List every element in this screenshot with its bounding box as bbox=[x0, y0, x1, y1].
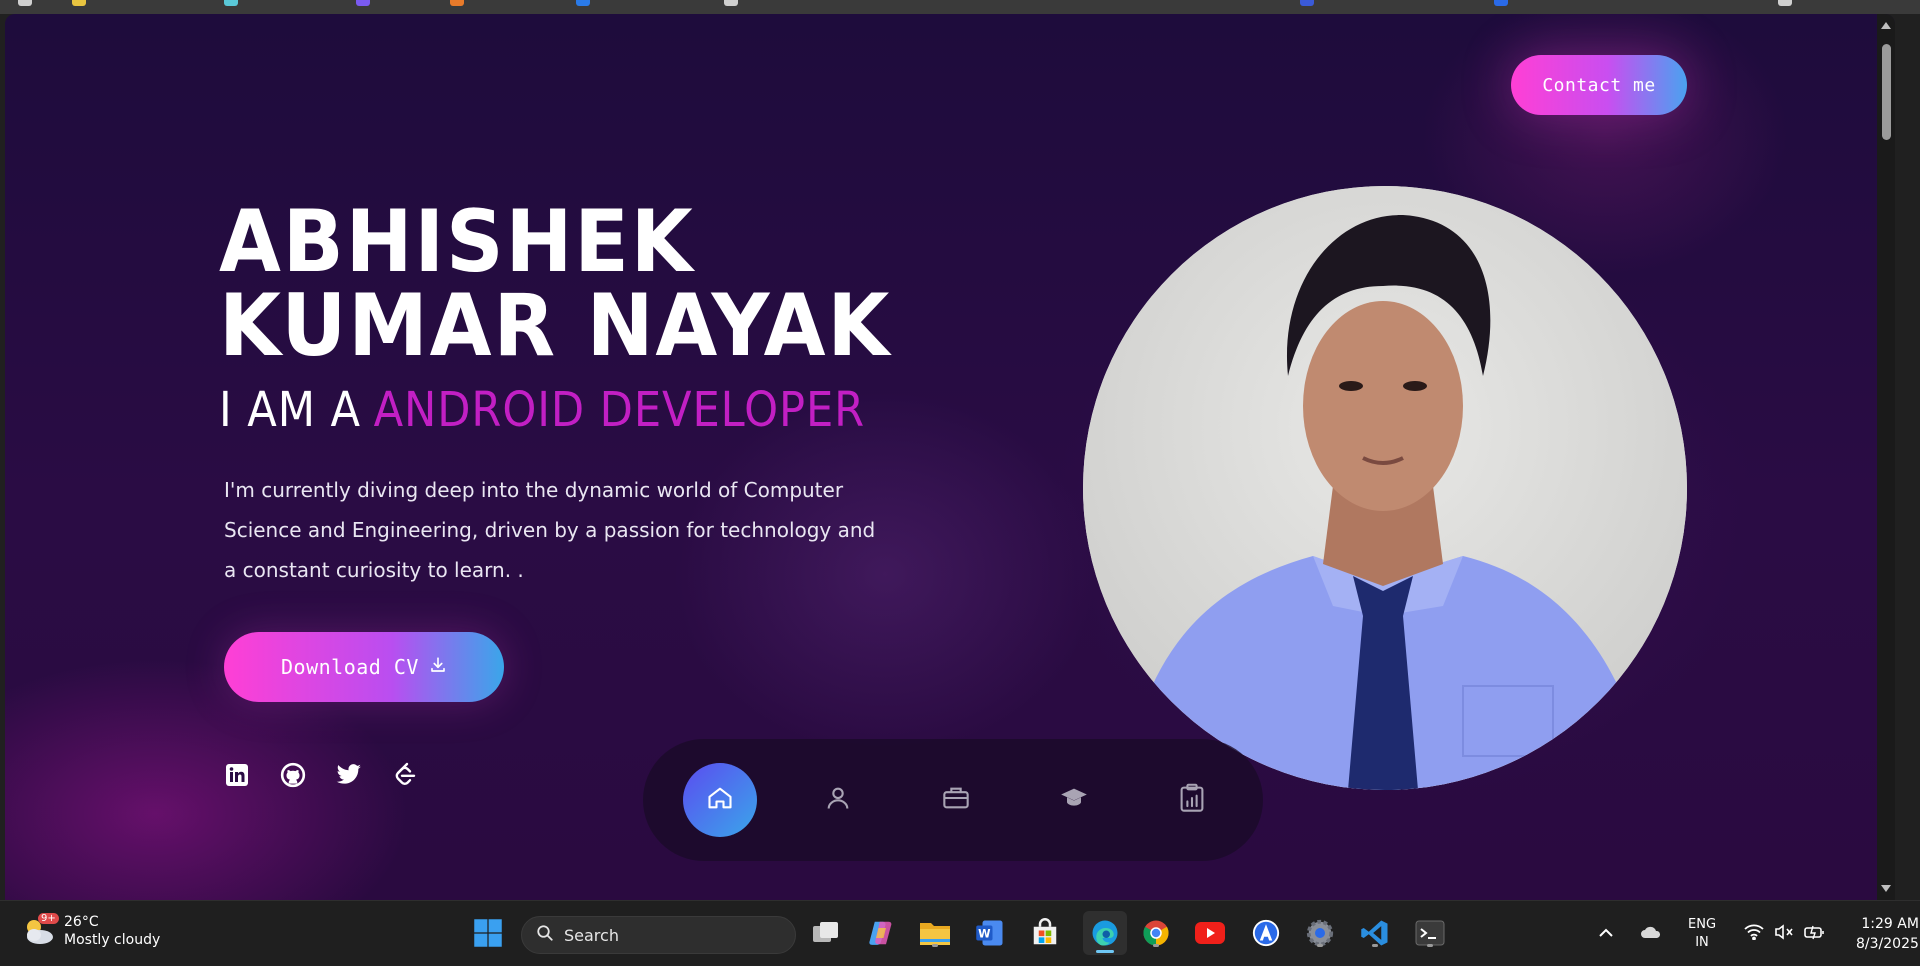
twitter-icon[interactable] bbox=[336, 762, 362, 788]
chevron-up-icon[interactable] bbox=[1598, 926, 1614, 942]
system-tray: ENG IN 1:29 AM 8/3/2025 bbox=[1598, 901, 1919, 966]
role-title: ANDROID DEVELOPER bbox=[373, 382, 866, 438]
search-label: Search bbox=[564, 925, 619, 945]
weather-badge: 9+ bbox=[38, 913, 59, 924]
bookmark-icon[interactable] bbox=[724, 0, 738, 6]
battery-charging-icon[interactable] bbox=[1804, 924, 1826, 944]
weather-desc: Mostly cloudy bbox=[64, 932, 161, 948]
wifi-icon[interactable] bbox=[1744, 924, 1764, 944]
download-cv-label: Download CV bbox=[281, 655, 419, 679]
scroll-thumb[interactable] bbox=[1882, 44, 1891, 140]
nav-about[interactable] bbox=[801, 763, 875, 837]
store-icon[interactable] bbox=[1028, 916, 1062, 950]
weather-temp: 26°C bbox=[64, 914, 99, 930]
bookmark-icon[interactable] bbox=[356, 0, 370, 6]
bookmark-icon[interactable] bbox=[1300, 0, 1314, 6]
copilot-icon[interactable] bbox=[864, 916, 898, 950]
youtube-icon[interactable] bbox=[1193, 916, 1227, 950]
language-indicator[interactable]: ENG IN bbox=[1688, 916, 1716, 952]
nav-projects[interactable] bbox=[1155, 763, 1229, 837]
search-icon bbox=[536, 924, 554, 946]
clipboard-chart-icon bbox=[1178, 783, 1206, 817]
weather-widget[interactable]: 9+ 26°C Mostly cloudy bbox=[20, 913, 160, 949]
bookmark-icon[interactable] bbox=[576, 0, 590, 6]
settings-icon[interactable] bbox=[1303, 916, 1337, 950]
app-icon[interactable] bbox=[1249, 916, 1283, 950]
user-icon bbox=[824, 784, 852, 816]
graduation-cap-icon bbox=[1059, 784, 1089, 816]
chrome-icon[interactable] bbox=[1139, 916, 1173, 950]
bottom-nav-dock bbox=[643, 739, 1263, 861]
bookmark-icon[interactable] bbox=[72, 0, 86, 6]
nav-work[interactable] bbox=[919, 763, 993, 837]
github-icon[interactable] bbox=[280, 762, 306, 788]
social-links bbox=[224, 762, 418, 788]
taskbar: 9+ 26°C Mostly cloudy Search W ENG IN 1:… bbox=[0, 900, 1920, 965]
hero-name: ABHISHEK KUMAR NAYAK bbox=[219, 192, 892, 376]
lang-line1: ENG bbox=[1688, 916, 1717, 932]
lang-line2: IN bbox=[1695, 934, 1709, 950]
scroll-down-icon[interactable] bbox=[1881, 885, 1891, 892]
cloudy-weather-icon: 9+ bbox=[20, 913, 59, 949]
bookmarks-bar bbox=[0, 0, 1920, 14]
bookmark-icon[interactable] bbox=[1494, 0, 1508, 6]
page-viewport: Contact me ABHISHEK KUMAR NAYAK I AM A AN… bbox=[5, 14, 1895, 900]
edge-icon[interactable] bbox=[1083, 911, 1127, 955]
bookmark-icon[interactable] bbox=[224, 0, 238, 6]
download-icon bbox=[429, 655, 447, 679]
onedrive-icon[interactable] bbox=[1640, 925, 1662, 943]
terminal-icon[interactable] bbox=[1413, 916, 1447, 950]
task-view-icon[interactable] bbox=[809, 916, 843, 950]
windows-start-icon[interactable] bbox=[471, 916, 505, 950]
bookmark-icon[interactable] bbox=[18, 0, 32, 6]
taskbar-search[interactable]: Search bbox=[521, 916, 796, 954]
home-icon bbox=[706, 784, 734, 816]
speaker-muted-icon[interactable] bbox=[1774, 923, 1794, 944]
bookmark-icon[interactable] bbox=[1778, 0, 1792, 6]
briefcase-icon bbox=[941, 784, 971, 816]
role-prefix: I AM A bbox=[219, 382, 361, 438]
svg-text:W: W bbox=[978, 927, 991, 940]
file-explorer-icon[interactable] bbox=[918, 916, 952, 950]
system-clock[interactable]: 1:29 AM 8/3/2025 bbox=[1856, 914, 1919, 954]
download-cv-button[interactable]: Download CV bbox=[224, 632, 504, 702]
vscode-icon[interactable] bbox=[1358, 916, 1392, 950]
page-scrollbar[interactable] bbox=[1877, 14, 1895, 900]
linkedin-icon[interactable] bbox=[224, 762, 250, 788]
nav-home[interactable] bbox=[683, 763, 757, 837]
clock-date: 8/3/2025 bbox=[1856, 935, 1919, 952]
nav-education[interactable] bbox=[1037, 763, 1111, 837]
bookmark-icon[interactable] bbox=[450, 0, 464, 6]
hero-description: I'm currently diving deep into the dynam… bbox=[224, 478, 876, 582]
profile-photo bbox=[1083, 186, 1687, 790]
scroll-up-icon[interactable] bbox=[1881, 22, 1891, 29]
leetcode-icon[interactable] bbox=[392, 762, 418, 788]
clock-time: 1:29 AM bbox=[1861, 915, 1919, 932]
contact-button[interactable]: Contact me bbox=[1511, 55, 1687, 115]
hero-role: I AM A ANDROID DEVELOPER bbox=[219, 382, 865, 438]
word-icon[interactable]: W bbox=[973, 916, 1007, 950]
